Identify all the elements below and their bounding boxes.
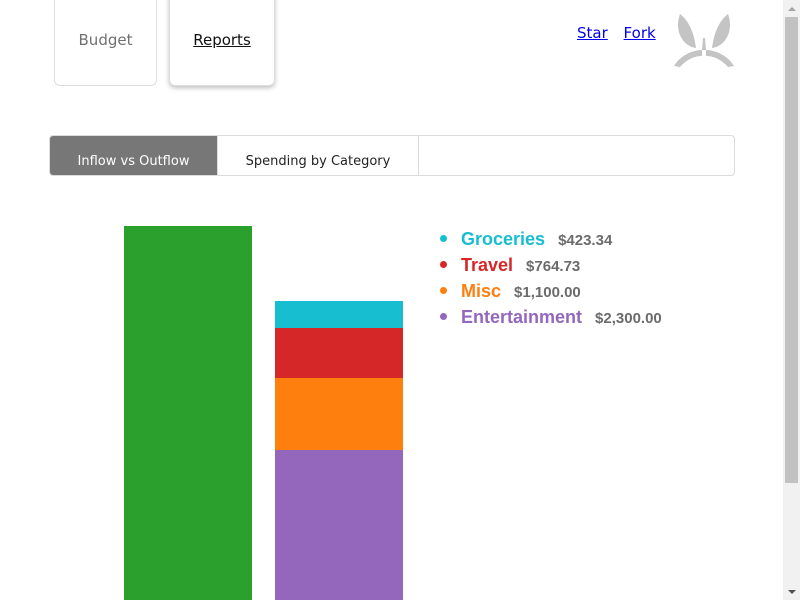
nav-tab-reports[interactable]: Reports: [169, 0, 275, 86]
legend-amount-travel: $764.73: [526, 258, 581, 275]
star-link[interactable]: Star: [577, 24, 608, 42]
scrollbar-thumb[interactable]: [785, 17, 798, 483]
tab-inflow-vs-outflow-label: Inflow vs Outflow: [77, 154, 190, 169]
chevron-down-icon: [787, 589, 796, 594]
legend-item-groceries: Groceries $423.34: [440, 229, 662, 255]
legend-amount-groceries: $423.34: [558, 232, 613, 249]
tab-spending-by-category[interactable]: Spending by Category: [218, 136, 419, 175]
chart-legend: Groceries $423.34 Travel $764.73 Misc $1…: [440, 229, 662, 333]
outflow-bar-misc: [275, 378, 403, 451]
scroll-up-button[interactable]: [783, 0, 800, 17]
nav-tab-budget[interactable]: Budget: [54, 0, 157, 86]
outflow-bar-groceries: [275, 300, 403, 329]
tab-inflow-vs-outflow[interactable]: Inflow vs Outflow: [50, 136, 218, 175]
legend-name-travel: Travel: [461, 255, 514, 275]
chevron-up-icon: [787, 6, 796, 11]
top-links: Star Fork: [577, 24, 667, 42]
report-tabs: Inflow vs Outflow Spending by Category: [49, 135, 735, 176]
legend-item-travel: Travel $764.73: [440, 255, 662, 281]
legend-item-misc: Misc $1,100.00: [440, 281, 662, 307]
inflow-bar: [124, 226, 252, 600]
vertical-scrollbar[interactable]: [783, 0, 800, 600]
inflow-outflow-chart: [0, 0, 800, 600]
fork-link[interactable]: Fork: [624, 24, 656, 42]
legend-dot-travel: [440, 261, 447, 268]
legend-dot-groceries: [440, 235, 447, 242]
nav-tab-reports-label: Reports: [193, 31, 251, 49]
leaf-logo-icon: [674, 14, 734, 67]
nav-tab-budget-label: Budget: [78, 31, 133, 49]
scroll-down-button[interactable]: [783, 583, 800, 600]
legend-name-misc: Misc: [461, 281, 502, 301]
legend-dot-misc: [440, 287, 447, 294]
outflow-bar-travel: [275, 328, 403, 379]
outflow-bar-entertainment: [275, 450, 403, 600]
legend-name-entertainment: Entertainment: [461, 307, 583, 327]
tab-spending-by-category-label: Spending by Category: [245, 154, 391, 169]
legend-amount-entertainment: $2,300.00: [595, 310, 662, 327]
legend-item-entertainment: Entertainment $2,300.00: [440, 307, 662, 333]
legend-amount-misc: $1,100.00: [514, 284, 581, 301]
legend-dot-entertainment: [440, 313, 447, 320]
legend-name-groceries: Groceries: [461, 229, 546, 249]
